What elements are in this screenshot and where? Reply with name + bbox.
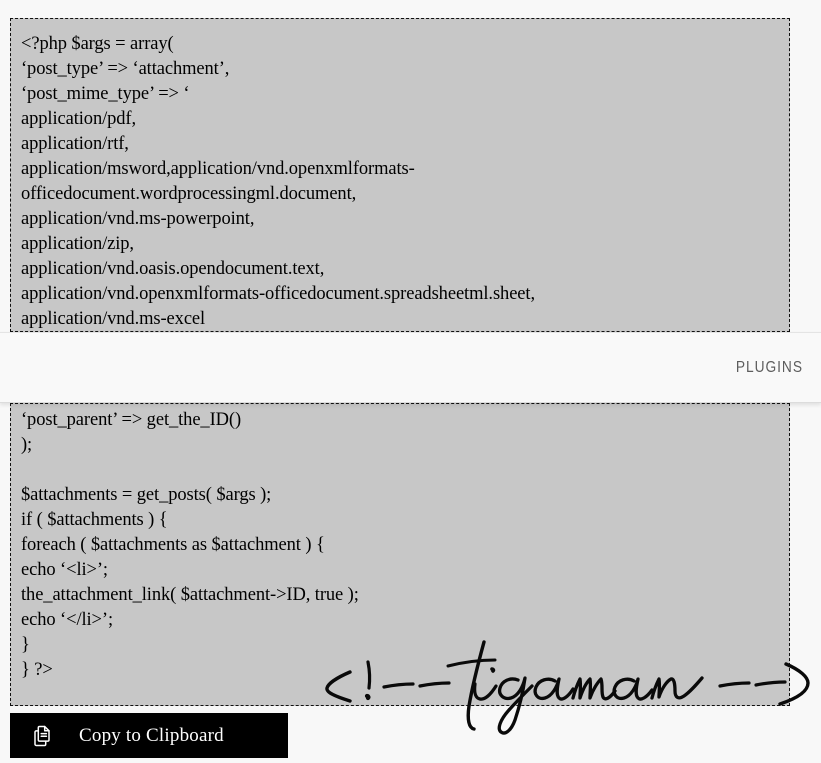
code-line: application/pdf, (21, 109, 137, 129)
code-line: echo ‘</li>’; (21, 610, 113, 630)
code-line: ‘post_parent’ => get_the_ID() (21, 410, 242, 430)
plugins-section-label: PLUGINS (735, 358, 803, 376)
code-line: echo ‘<li>’; (21, 560, 108, 580)
code-line: <?php $args = array( (21, 34, 174, 54)
code-line: } (21, 635, 30, 655)
code-line: application/vnd.ms-excel (21, 309, 206, 329)
code-line: application/vnd.oasis.opendocument.text, (21, 259, 325, 279)
code-line: foreach ( $attachments as $attachment ) … (21, 535, 325, 555)
code-line: application/msword,application/vnd.openx… (21, 159, 415, 179)
code-line: ‘post_type’ => ‘attachment’, (21, 59, 230, 79)
code-line: application/vnd.ms-powerpoint, (21, 209, 255, 229)
code-block-top-lines: <?php $args = array( ‘post_type’ => ‘atta… (21, 32, 785, 331)
code-line: officedocument.wordprocessingml.document… (21, 184, 357, 204)
code-line: application/rtf, (21, 134, 129, 154)
code-line: application/zip, (21, 234, 134, 254)
code-line: ); (21, 435, 33, 455)
code-line: ‘post_mime_type’ => ‘ (21, 84, 190, 104)
code-line: $attachments = get_posts( $args ); (21, 485, 272, 505)
code-block-bottom: ‘post_parent’ => get_the_ID()); $attachm… (10, 403, 790, 706)
copy-to-clipboard-button[interactable]: Copy to Clipboard (10, 713, 288, 758)
code-line: the_attachment_link( $attachment->ID, tr… (21, 585, 359, 605)
code-block-bottom-lines: ‘post_parent’ => get_the_ID()); $attachm… (21, 408, 785, 683)
code-line: application/vnd.openxmlformats-officedoc… (21, 284, 535, 304)
code-line: } ?> (21, 660, 53, 680)
plugins-section-bar: PLUGINS (0, 332, 821, 403)
copy-to-clipboard-label: Copy to Clipboard (79, 724, 224, 746)
code-block-top: <?php $args = array( ‘post_type’ => ‘atta… (10, 18, 790, 332)
code-line: if ( $attachments ) { (21, 510, 168, 530)
copy-documents-icon (34, 725, 50, 746)
